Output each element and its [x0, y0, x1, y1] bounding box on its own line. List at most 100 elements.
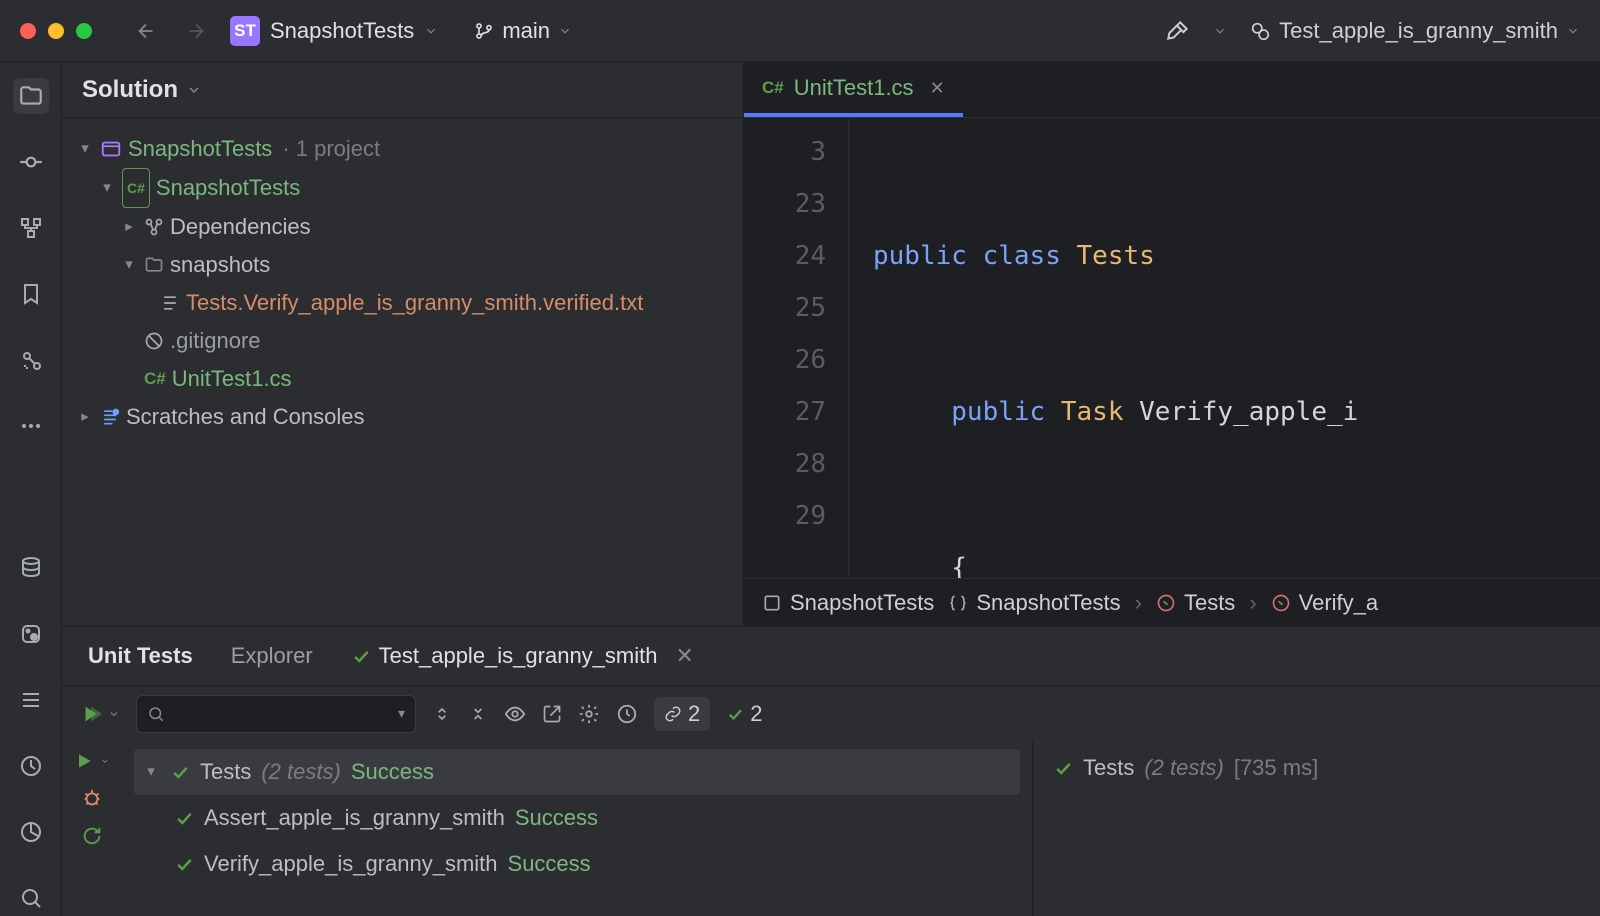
- rail-bookmarks-button[interactable]: [13, 276, 49, 312]
- test-count-label: (2 tests): [261, 753, 340, 791]
- breadcrumb-separator: ›: [1135, 590, 1142, 616]
- editor-tab[interactable]: C# UnitTest1.cs ✕: [744, 63, 963, 117]
- test-detail-panel: Tests (2 tests) [735 ms]: [1032, 741, 1600, 916]
- namespace-icon: [948, 593, 968, 613]
- rerun-button[interactable]: [81, 825, 103, 847]
- snapshots-folder-node[interactable]: ▾ snapshots: [70, 246, 735, 284]
- solution-icon: [100, 138, 122, 160]
- left-rail: [0, 62, 62, 916]
- gitignore-node[interactable]: .gitignore: [70, 322, 735, 360]
- unit-test-file-node[interactable]: C# UnitTest1.cs: [70, 360, 735, 398]
- close-icon[interactable]: ✕: [930, 78, 945, 99]
- branch-selector[interactable]: main: [474, 18, 572, 44]
- maximize-window-button[interactable]: [76, 23, 92, 39]
- breadcrumb-item[interactable]: Verify_a: [1271, 590, 1379, 616]
- rail-search-button[interactable]: [13, 880, 49, 916]
- editor: C# UnitTest1.cs ✕ 3 23 24 25 26 27 28 29: [744, 62, 1600, 626]
- window-controls: [20, 23, 92, 39]
- close-icon[interactable]: ✕: [675, 643, 693, 669]
- chevron-down-icon: [186, 82, 202, 98]
- show-passed-button[interactable]: [504, 703, 526, 725]
- rail-more-button[interactable]: [13, 408, 49, 444]
- unit-tests-toolbar: ▾: [62, 685, 1600, 741]
- close-window-button[interactable]: [20, 23, 36, 39]
- debug-button[interactable]: [81, 787, 103, 809]
- history-button[interactable]: [616, 703, 638, 725]
- solution-tree: ▾ SnapshotTests · 1 project ▾ C# Snapsho…: [62, 118, 743, 448]
- rail-endpoints-button[interactable]: [13, 342, 49, 378]
- unit-tests-tab[interactable]: Unit Tests: [84, 635, 197, 677]
- folder-icon: [144, 255, 164, 275]
- test-row[interactable]: Assert_apple_is_granny_smith Success: [134, 795, 1020, 841]
- solution-header[interactable]: Solution: [62, 62, 743, 118]
- rail-nuget-button[interactable]: [13, 616, 49, 652]
- check-icon: [174, 854, 194, 874]
- run-config-selector[interactable]: Test_apple_is_granny_smith: [1249, 18, 1580, 44]
- nav-back-button[interactable]: [130, 15, 162, 47]
- collapse-button[interactable]: [468, 704, 488, 724]
- solution-root-label: SnapshotTests: [128, 130, 272, 168]
- ignore-icon: [144, 331, 164, 351]
- chevron-down-icon: [1213, 24, 1227, 38]
- solution-root-node[interactable]: ▾ SnapshotTests · 1 project: [70, 130, 735, 168]
- breadcrumb-item[interactable]: Tests: [1156, 590, 1235, 616]
- project-icon: ST: [230, 16, 260, 46]
- test-row[interactable]: Verify_apple_is_granny_smith Success: [134, 841, 1020, 887]
- linked-count-badge[interactable]: 2: [654, 697, 710, 731]
- snapshots-folder-label: snapshots: [170, 246, 270, 284]
- csharp-project-icon: C#: [122, 168, 150, 208]
- detail-count-label: (2 tests): [1144, 755, 1223, 781]
- build-dropdown[interactable]: [1213, 24, 1227, 38]
- rail-explorer-button[interactable]: [13, 78, 49, 114]
- rail-todo-button[interactable]: [13, 682, 49, 718]
- code-area[interactable]: 3 23 24 25 26 27 28 29 public class Test…: [744, 118, 1600, 578]
- test-name-label: Assert_apple_is_granny_smith: [204, 799, 505, 837]
- passed-count-badge[interactable]: 2: [726, 701, 762, 727]
- build-button[interactable]: [1165, 18, 1191, 44]
- breadcrumb: SnapshotTests SnapshotTests › Tests › V: [744, 578, 1600, 626]
- explorer-tab[interactable]: Explorer: [227, 635, 317, 677]
- detail-time-label: [735 ms]: [1234, 755, 1318, 781]
- nav-forward-button[interactable]: [180, 15, 212, 47]
- test-group-label: Tests: [200, 753, 251, 791]
- settings-button[interactable]: [578, 703, 600, 725]
- minimize-window-button[interactable]: [48, 23, 64, 39]
- rail-coverage-button[interactable]: [13, 814, 49, 850]
- breadcrumb-item[interactable]: SnapshotTests: [948, 590, 1120, 616]
- expand-collapse-button[interactable]: [432, 704, 452, 724]
- chevron-down-icon: [558, 24, 572, 38]
- check-icon: [351, 646, 371, 666]
- dependencies-node[interactable]: ▸ Dependencies: [70, 208, 735, 246]
- project-selector[interactable]: ST SnapshotTests: [230, 16, 438, 46]
- test-config-icon: [1249, 20, 1271, 42]
- test-search-input[interactable]: ▾: [136, 695, 416, 733]
- project-node[interactable]: ▾ C# SnapshotTests: [70, 168, 735, 208]
- chevron-down-icon: ▾: [120, 246, 138, 284]
- unit-test-file-label: UnitTest1.cs: [172, 360, 292, 398]
- run-button[interactable]: [74, 751, 110, 771]
- dependencies-label: Dependencies: [170, 208, 311, 246]
- scratches-node[interactable]: ▸ Scratches and Consoles: [70, 398, 735, 436]
- chevron-right-icon: ▸: [120, 208, 138, 246]
- breadcrumb-item[interactable]: SnapshotTests: [762, 590, 934, 616]
- test-session-tab[interactable]: Test_apple_is_granny_smith ✕: [347, 635, 698, 677]
- test-group-row[interactable]: ▾ Tests (2 tests) Success: [134, 749, 1020, 795]
- test-name-label: Verify_apple_is_granny_smith: [204, 845, 498, 883]
- chevron-down-icon: ▾: [98, 169, 116, 207]
- code-content[interactable]: public class Tests public Task Verify_ap…: [849, 118, 1374, 578]
- verified-file-node[interactable]: Tests.Verify_apple_is_granny_smith.verif…: [70, 284, 735, 322]
- gutter: 3 23 24 25 26 27 28 29: [744, 118, 849, 578]
- rail-commit-button[interactable]: [13, 144, 49, 180]
- rail-database-button[interactable]: [13, 550, 49, 586]
- chevron-right-icon: ▸: [76, 398, 94, 436]
- titlebar: ST SnapshotTests main Test_apple_is_gran…: [0, 0, 1600, 62]
- breadcrumb-separator: ›: [1249, 590, 1256, 616]
- run-all-button[interactable]: [80, 703, 120, 725]
- test-status-label: Success: [508, 845, 591, 883]
- test-list: ▾ Tests (2 tests) Success Assert_apple_i…: [122, 741, 1032, 916]
- export-button[interactable]: [542, 704, 562, 724]
- link-icon: [664, 705, 682, 723]
- rail-structure-button[interactable]: [13, 210, 49, 246]
- project-label: SnapshotTests: [156, 169, 300, 207]
- rail-unit-tests-button[interactable]: [13, 748, 49, 784]
